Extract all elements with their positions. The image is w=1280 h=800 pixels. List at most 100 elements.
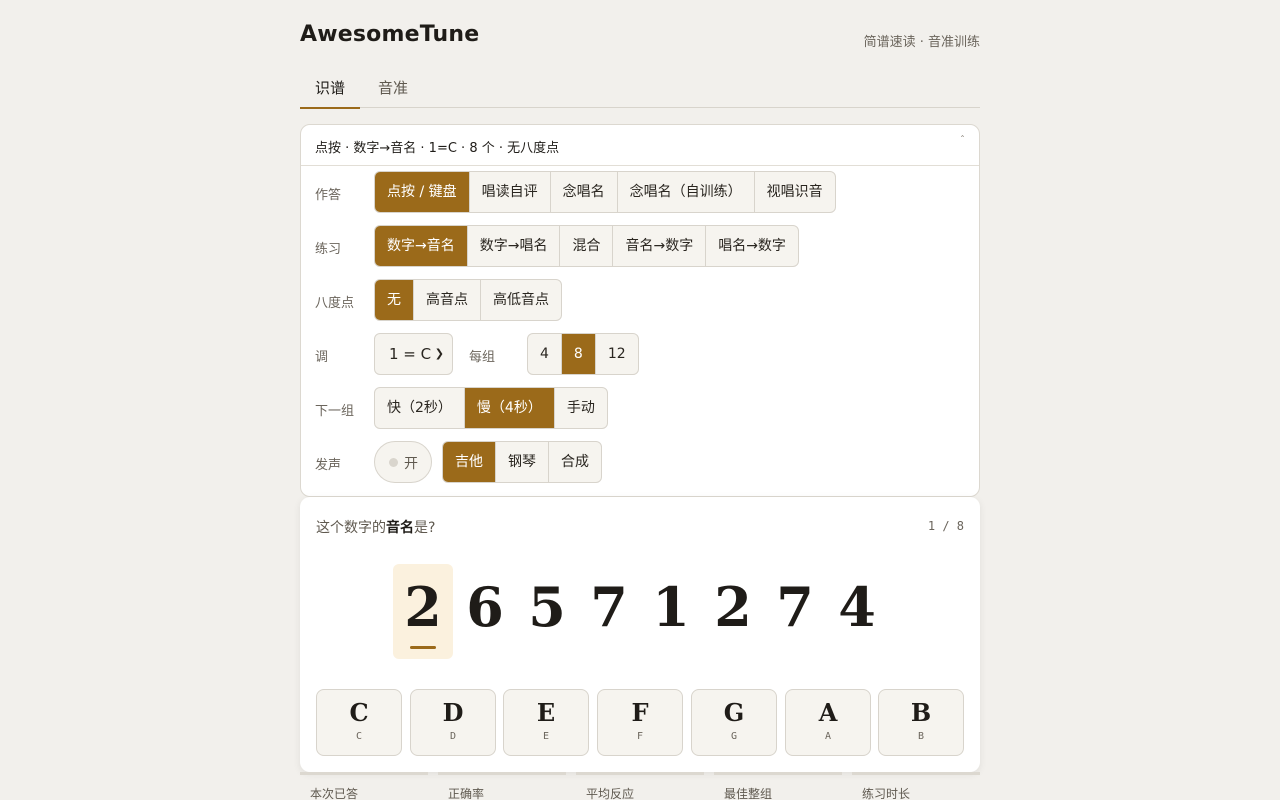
note-key-label: D <box>442 698 464 727</box>
stat-label: 本次已答 <box>310 787 359 800</box>
group-size-label: 每组 <box>469 350 496 365</box>
note-key-hint: E <box>542 731 550 742</box>
note-key-label: B <box>910 698 932 727</box>
key-group-row: 调 1 = C ❯ 每组 4 8 12 <box>315 333 965 375</box>
note-key-g[interactable]: GG <box>691 689 777 756</box>
question-text: 这个数字的音名是? <box>316 517 435 537</box>
sequence-digit: 5 <box>528 575 566 639</box>
tab-bar: 识谱 音准 <box>300 68 980 109</box>
instrument-option[interactable]: 合成 <box>549 442 601 482</box>
practice-mode-option[interactable]: 数字→音名 <box>375 226 468 266</box>
note-key-label: G <box>723 698 745 727</box>
sound-toggle-label: 开 <box>404 456 418 472</box>
sequence-digit: 1 <box>652 575 690 639</box>
answer-mode-option[interactable]: 念唱名 <box>551 172 618 212</box>
quiz-card: 这个数字的音名是? 1 / 8 26571274 CCDDEEFFGGAABB <box>300 497 980 772</box>
note-key-hint: C <box>355 731 363 742</box>
next-group-segmented: 快（2秒） 慢（4秒） 手动 <box>374 387 608 429</box>
sequence-digit: 2 <box>714 575 752 639</box>
note-key-b[interactable]: BB <box>878 689 964 756</box>
next-group-label: 下一组 <box>315 404 355 419</box>
stat-label: 最佳整组 <box>724 787 773 800</box>
practice-mode-row: 练习 数字→音名 数字→唱名 混合 音名→数字 唱名→数字 <box>315 225 965 267</box>
stat-card: 正确率 <box>438 772 566 800</box>
question-prefix: 这个数字的 <box>316 520 386 536</box>
chevron-down-icon: ❯ <box>434 347 444 360</box>
practice-mode-option[interactable]: 唱名→数字 <box>706 226 798 266</box>
instrument-option[interactable]: 吉他 <box>443 442 496 482</box>
note-key-d[interactable]: DD <box>410 689 496 756</box>
chevron-up-icon: ˆ <box>960 135 965 146</box>
octave-dot-row: 八度点 无高音点 高低音点 <box>315 279 965 321</box>
octave-dot-option[interactable]: 无 <box>375 280 414 320</box>
answer-mode-option[interactable]: 念唱名（自训练） <box>618 172 755 212</box>
stat-label: 正确率 <box>448 787 485 800</box>
note-key-hint: F <box>636 731 644 742</box>
sequence-digit: 6 <box>466 575 504 639</box>
settings-summary-toggle[interactable]: 点按 · 数字→音名 · 1=C · 8 个 · 无八度点 ˆ <box>301 125 979 166</box>
octave-dot-option[interactable]: 高音点 <box>414 280 481 320</box>
app-subtitle: 简谱速读 · 音准训练 <box>863 35 980 50</box>
group-size-option[interactable]: 12 <box>596 334 638 374</box>
stat-card: 本次已答 <box>300 772 428 800</box>
stat-card: 最佳整组 <box>714 772 842 800</box>
note-key-a[interactable]: AA <box>785 689 871 756</box>
answer-mode-option[interactable]: 点按 / 键盘 <box>375 172 470 212</box>
practice-mode-option[interactable]: 混合 <box>560 226 614 266</box>
next-group-option[interactable]: 快（2秒） <box>375 388 465 428</box>
answer-mode-option[interactable]: 唱读自评 <box>470 172 551 212</box>
next-group-row: 下一组 快（2秒） 慢（4秒） 手动 <box>315 387 965 429</box>
question-suffix: 是? <box>414 520 436 536</box>
sequence-digit: 7 <box>776 575 814 639</box>
group-size-option[interactable]: 8 <box>561 334 596 374</box>
sound-label: 发声 <box>315 458 342 473</box>
next-group-option[interactable]: 手动 <box>555 388 607 428</box>
stat-card: 平均反应 <box>576 772 704 800</box>
instrument-option[interactable]: 钢琴 <box>496 442 549 482</box>
toggle-indicator <box>389 458 398 467</box>
note-keypad: CCDDEEFFGGAABB <box>316 689 964 756</box>
answer-mode-row: 作答 点按 / 键盘 唱读自评 念唱名 念唱名（自训练） 视唱识音 <box>315 171 965 213</box>
octave-dot-label: 八度点 <box>315 296 355 311</box>
answer-mode-option[interactable]: 视唱识音 <box>755 172 835 212</box>
stat-label: 平均反应 <box>586 787 635 800</box>
stat-label: 练习时长 <box>862 787 911 800</box>
note-key-label: C <box>349 698 369 727</box>
practice-mode-label: 练习 <box>315 242 342 257</box>
answer-mode-label: 作答 <box>315 188 342 203</box>
sequence-digit: 7 <box>590 575 628 639</box>
note-key-label: A <box>818 698 838 727</box>
note-key-hint: A <box>824 731 832 742</box>
group-size-segmented: 4 8 12 <box>527 333 639 375</box>
key-label: 调 <box>315 350 329 365</box>
header: AwesomeTune 简谱速读 · 音准训练 <box>300 22 980 52</box>
settings-panel: 点按 · 数字→音名 · 1=C · 8 个 · 无八度点 ˆ 作答 点按 / … <box>300 124 980 497</box>
note-key-e[interactable]: EE <box>503 689 589 756</box>
stats-bar: 本次已答 正确率 平均反应 最佳整组 练习时长 <box>300 772 980 800</box>
note-key-hint: D <box>449 731 457 742</box>
tab-pitch[interactable]: 音准 <box>363 77 423 108</box>
sound-toggle[interactable]: 开 <box>374 441 432 483</box>
note-key-f[interactable]: FF <box>597 689 683 756</box>
progress-counter: 1 / 8 <box>927 519 964 533</box>
note-key-c[interactable]: CC <box>316 689 402 756</box>
octave-dot-segmented: 无高音点 高低音点 <box>374 279 562 321</box>
next-group-option[interactable]: 慢（4秒） <box>464 388 555 428</box>
instrument-segmented: 吉他 钢琴 合成 <box>442 441 602 483</box>
sound-row: 发声 开 吉他 钢琴 合成 <box>315 441 965 483</box>
note-key-label: F <box>631 698 649 727</box>
settings-summary-text: 点按 · 数字→音名 · 1=C · 8 个 · 无八度点 <box>315 141 560 156</box>
note-key-label: E <box>536 698 556 727</box>
practice-mode-segmented: 数字→音名 数字→唱名 混合 音名→数字 唱名→数字 <box>374 225 799 267</box>
group-size-option[interactable]: 4 <box>528 334 562 374</box>
practice-mode-option[interactable]: 数字→唱名 <box>468 226 561 266</box>
answer-mode-segmented: 点按 / 键盘 唱读自评 念唱名 念唱名（自训练） 视唱识音 <box>374 171 836 213</box>
current-digit: 2 <box>393 564 453 659</box>
note-key-hint: B <box>917 731 925 742</box>
tab-sight-reading[interactable]: 识谱 <box>300 77 361 109</box>
question-emphasis: 音名 <box>386 520 414 536</box>
octave-dot-option[interactable]: 高低音点 <box>481 280 561 320</box>
practice-mode-option[interactable]: 音名→数字 <box>613 226 707 266</box>
key-select[interactable]: 1 = C ❯ <box>374 333 453 375</box>
note-key-hint: G <box>730 731 738 742</box>
